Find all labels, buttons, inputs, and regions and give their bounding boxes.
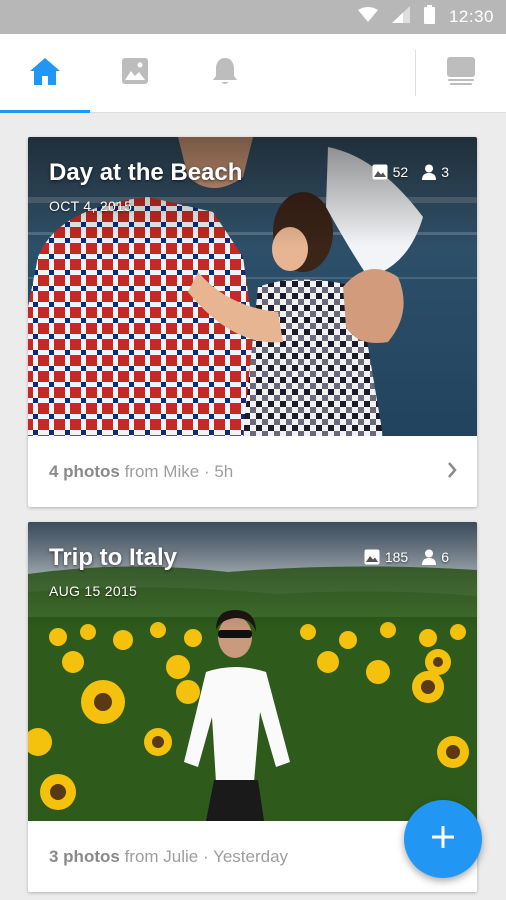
photo-count-icon <box>372 164 388 180</box>
tab-photos[interactable] <box>90 34 180 112</box>
photo-count: 185 <box>364 549 408 565</box>
tab-home[interactable] <box>0 34 90 112</box>
album-stats: 52 3 <box>358 164 449 180</box>
album-cover-photo[interactable]: Trip to Italy AUG 15 2015 185 6 <box>28 522 477 821</box>
battery-icon <box>423 5 435 29</box>
home-icon <box>29 56 61 91</box>
album-title: Trip to Italy <box>49 544 178 571</box>
person-icon <box>422 164 437 180</box>
person-icon <box>422 549 437 565</box>
footer-photo-count: 4 photos <box>49 461 120 481</box>
album-card[interactable]: Day at the Beach OCT 4, 2015 52 3 4 phot… <box>28 137 477 507</box>
people-count: 3 <box>422 164 449 180</box>
bell-icon <box>212 56 238 91</box>
tab-bar <box>0 34 506 113</box>
album-cover-photo[interactable]: Day at the Beach OCT 4, 2015 52 3 <box>28 137 477 436</box>
wifi-icon <box>357 6 378 28</box>
footer-photo-count: 3 photos <box>49 846 120 866</box>
add-button[interactable] <box>404 800 482 878</box>
photo-count: 52 <box>372 164 408 180</box>
footer-author: from Mike <box>124 461 200 481</box>
photo-count-icon <box>364 549 380 565</box>
tab-library[interactable] <box>416 34 506 112</box>
photo-icon <box>121 57 149 90</box>
album-date: OCT 4, 2015 <box>49 198 133 214</box>
status-bar: 12:30 <box>0 0 506 34</box>
tab-notifications[interactable] <box>180 34 270 112</box>
cover-gradient <box>28 522 477 632</box>
album-title: Day at the Beach <box>49 159 243 186</box>
status-time: 12:30 <box>448 7 494 26</box>
footer-author: from Julie <box>124 846 199 866</box>
footer-time: · 5h <box>203 461 234 481</box>
people-count: 6 <box>422 549 449 565</box>
footer-time: · Yesterday <box>203 846 289 866</box>
stack-icon <box>446 56 476 90</box>
album-date: AUG 15 2015 <box>49 583 138 599</box>
album-stats: 185 6 <box>350 549 449 565</box>
active-tab-indicator <box>0 110 90 113</box>
signal-icon <box>391 6 410 28</box>
album-footer[interactable]: 4 photos from Mike · 5h <box>28 436 477 507</box>
status-icons: 12:30 <box>357 0 494 34</box>
cover-gradient <box>28 137 477 247</box>
chevron-right-icon[interactable] <box>447 461 457 484</box>
plus-icon <box>432 825 454 853</box>
